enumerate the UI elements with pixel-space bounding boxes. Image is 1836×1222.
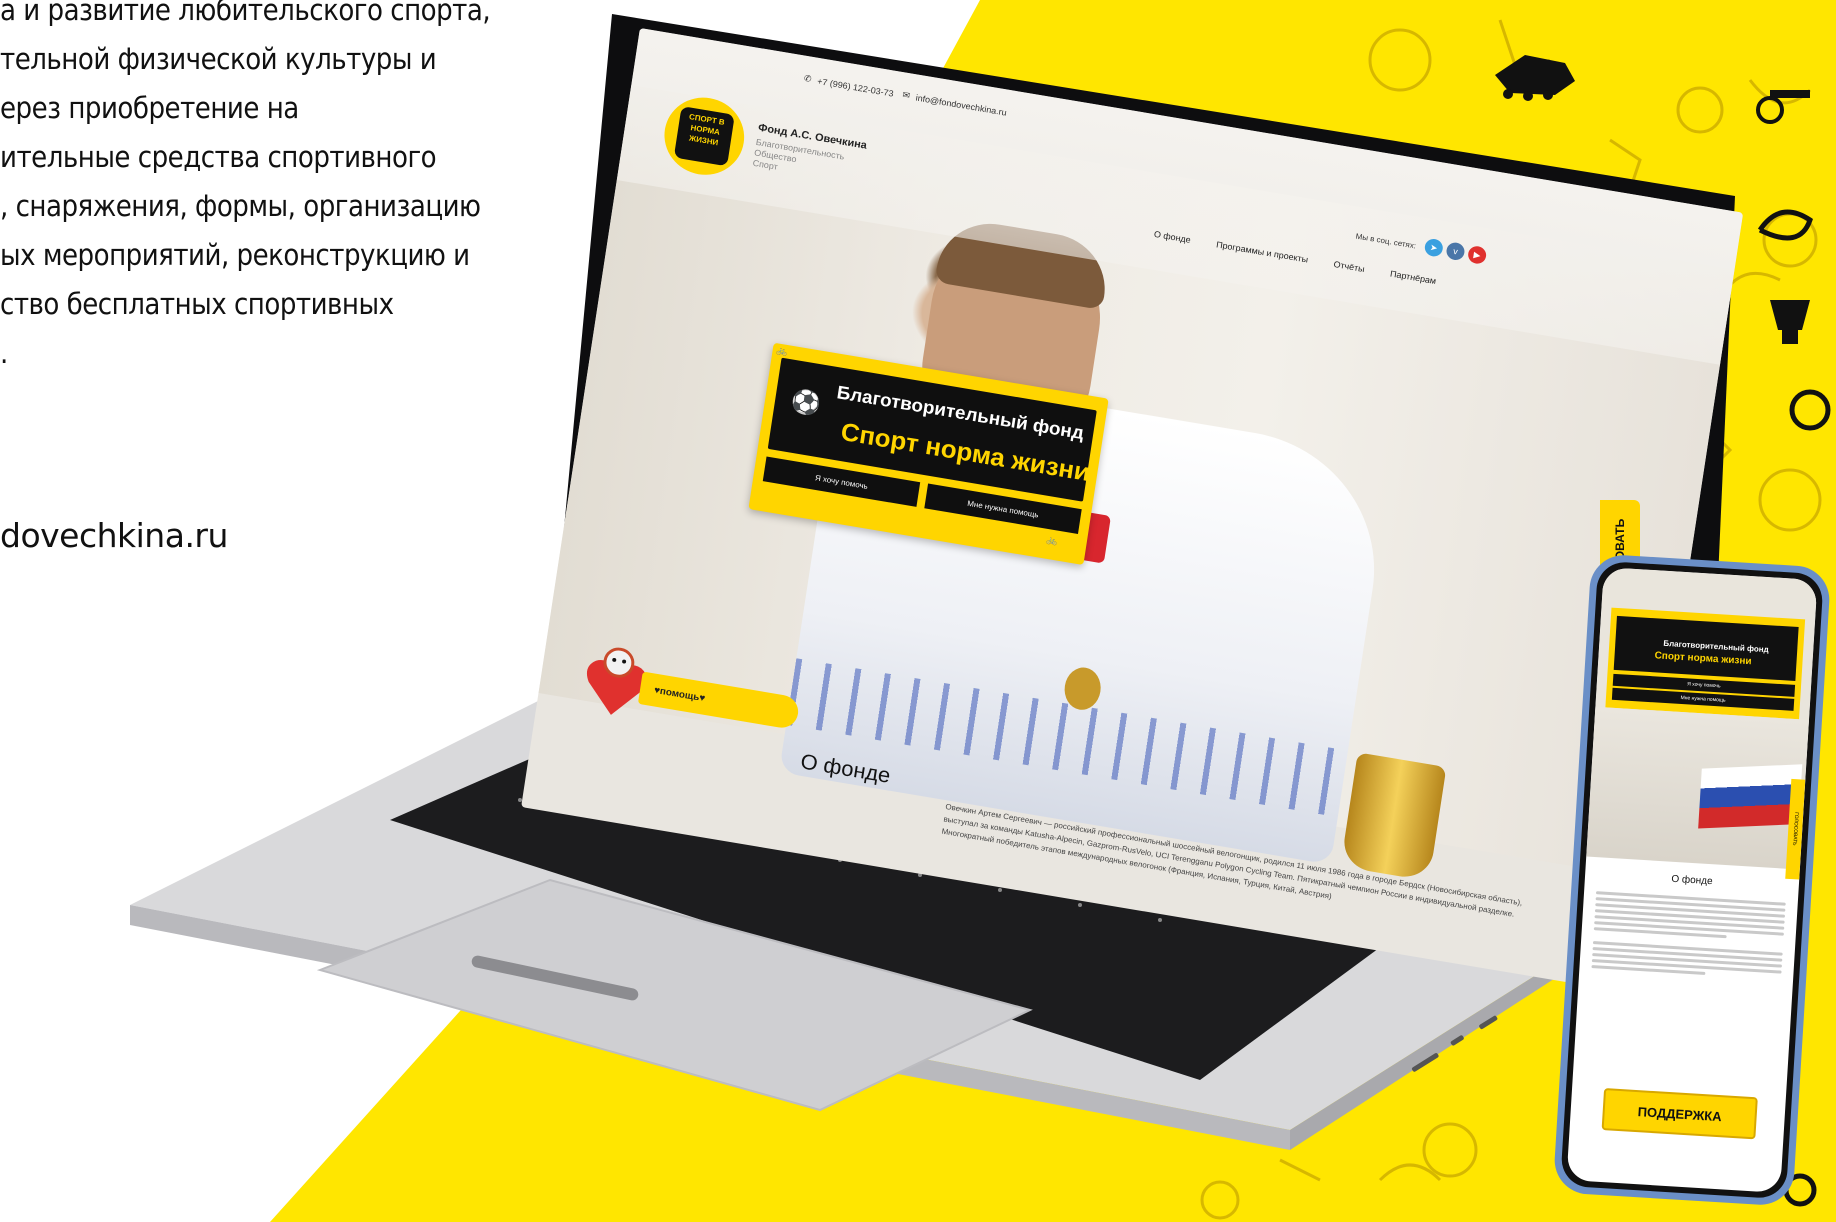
- support-button[interactable]: ПОДДЕРЖКА: [1601, 1088, 1758, 1140]
- mail-icon: ✉: [901, 89, 911, 101]
- laptop-screen: ✆ +7 (996) 122-03-73 ✉ info@fondovechkin…: [521, 16, 1744, 992]
- trophy-icon: [1340, 752, 1447, 882]
- bike-doodle-icon: 🚲: [1046, 534, 1059, 547]
- phone-about-heading: О фонде: [1671, 873, 1713, 888]
- soccer-ball-icon: ⚽: [789, 387, 823, 419]
- phone-about-paragraph: [1591, 941, 1783, 983]
- phone-banner-panel: Благотворительный фонд Спорт норма жизни: [1613, 615, 1799, 681]
- phone-banner: Благотворительный фонд Спорт норма жизни…: [1605, 607, 1806, 720]
- phone-screen: Благотворительный фонд Спорт норма жизни…: [1566, 567, 1818, 1193]
- bike-doodle-icon: 🚲: [776, 345, 789, 357]
- phone-about-paragraph: [1593, 891, 1786, 945]
- website-viewport: ✆ +7 (996) 122-03-73 ✉ info@fondovechkin…: [521, 28, 1744, 992]
- phone-bezel: Благотворительный фонд Спорт норма жизни…: [1560, 560, 1824, 1200]
- phone-icon: ✆: [803, 73, 813, 84]
- phone-device: Благотворительный фонд Спорт норма жизни…: [1552, 553, 1832, 1207]
- phone-banner-subtitle: Спорт норма жизни: [1654, 650, 1752, 668]
- logo-text: СПОРТ В НОРМА ЖИЗНИ: [673, 106, 735, 167]
- russian-flag-icon: [1698, 764, 1803, 829]
